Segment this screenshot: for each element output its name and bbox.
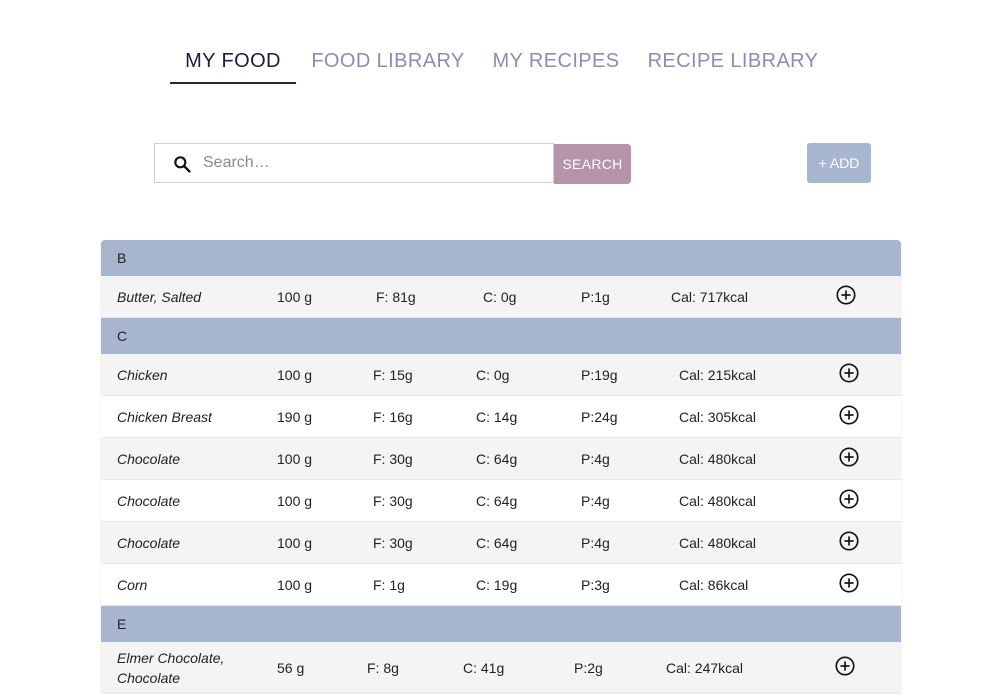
food-name: Elmer Chocolate, Chocolate — [117, 650, 225, 686]
food-protein: P:4g — [581, 451, 610, 467]
food-name: Chocolate — [117, 535, 181, 551]
food-name: Butter, Salted — [117, 289, 202, 305]
tab-my-food[interactable]: MY FOOD — [170, 40, 296, 84]
food-protein: P:4g — [581, 493, 610, 509]
search-button[interactable]: SEARCH — [554, 144, 631, 184]
food-name: Chocolate — [117, 493, 181, 509]
add-circle-icon[interactable] — [838, 488, 860, 510]
food-carbs: C: 0g — [476, 367, 510, 383]
group-header: C — [101, 318, 901, 354]
food-carbs: C: 19g — [476, 577, 518, 593]
food-fat: F: 1g — [373, 577, 405, 593]
food-fat: F: 30g — [373, 451, 413, 467]
search-input[interactable] — [203, 144, 543, 182]
tab-my-recipes[interactable]: MY RECIPES — [484, 40, 628, 84]
food-quantity: 100 g — [277, 367, 313, 383]
food-row: Chocolate 100 g F: 30g C: 64g P:4g Cal: 480kc… — [101, 522, 901, 564]
food-quantity: 100 g — [277, 289, 313, 305]
food-name: Corn — [117, 577, 148, 593]
add-food-button[interactable]: + ADD — [807, 143, 871, 183]
food-calories: Cal: 717kcal — [671, 289, 749, 305]
food-protein: P:24g — [581, 409, 618, 425]
food-quantity: 190 g — [277, 409, 313, 425]
food-calories: Cal: 480kcal — [679, 535, 757, 551]
add-circle-icon[interactable] — [838, 446, 860, 468]
food-protein: P:2g — [574, 660, 603, 676]
food-row: Chicken 100 g F: 15g C: 0g P:19g Cal: 215kcal — [101, 354, 901, 396]
add-circle-icon[interactable] — [838, 572, 860, 594]
tab-recipe-library[interactable]: RECIPE LIBRARY — [638, 40, 828, 84]
food-carbs: C: 14g — [476, 409, 518, 425]
food-quantity: 100 g — [277, 535, 313, 551]
food-quantity: 100 g — [277, 451, 313, 467]
food-fat: F: 81g — [376, 289, 416, 305]
add-circle-icon[interactable] — [838, 530, 860, 552]
food-row: Butter, Salted 100 g F: 81g C: 0g P:1g Cal: 7… — [101, 276, 901, 318]
food-quantity: 56 g — [277, 660, 305, 676]
food-protein: P:1g — [581, 289, 610, 305]
food-name: Chicken Breast — [117, 409, 212, 425]
tab-bar: MY FOOD FOOD LIBRARY MY RECIPES RECIPE L… — [170, 40, 828, 86]
add-circle-icon[interactable] — [838, 404, 860, 426]
food-row: Chicken Breast 190 g F: 16g C: 14g P:24g Cal:… — [101, 396, 901, 438]
group-header: E — [101, 606, 901, 642]
food-carbs: C: 41g — [463, 660, 505, 676]
add-circle-icon[interactable] — [834, 655, 856, 677]
tab-food-library[interactable]: FOOD LIBRARY — [298, 40, 478, 84]
add-circle-icon[interactable] — [838, 362, 860, 384]
food-carbs: C: 0g — [483, 289, 517, 305]
food-calories: Cal: 215kcal — [679, 367, 757, 383]
search-icon — [174, 156, 191, 173]
food-quantity: 100 g — [277, 577, 313, 593]
food-calories: Cal: 480kcal — [679, 493, 757, 509]
food-fat: F: 16g — [373, 409, 413, 425]
food-row: Elmer Chocolate, Chocolate 56 g F: 8g C: 41… — [101, 642, 901, 694]
food-row: Chocolate 100 g F: 30g C: 64g P:4g Cal: 480kc… — [101, 438, 901, 480]
food-carbs: C: 64g — [476, 493, 518, 509]
food-fat: F: 30g — [373, 493, 413, 509]
food-list: B Butter, Salted 100 g F: 81g C: 0g P:1g Cal: … — [101, 240, 901, 694]
food-calories: Cal: 305kcal — [679, 409, 757, 425]
food-row: Chocolate 100 g F: 30g C: 64g P:4g Cal: 480kc… — [101, 480, 901, 522]
food-fat: F: 8g — [367, 660, 399, 676]
food-carbs: C: 64g — [476, 451, 518, 467]
food-calories: Cal: 86kcal — [679, 577, 749, 593]
food-quantity: 100 g — [277, 493, 313, 509]
food-protein: P:4g — [581, 535, 610, 551]
food-fat: F: 30g — [373, 535, 413, 551]
add-circle-icon[interactable] — [835, 284, 857, 306]
food-calories: Cal: 480kcal — [679, 451, 757, 467]
search-box — [154, 143, 554, 183]
food-carbs: C: 64g — [476, 535, 518, 551]
food-protein: P:3g — [581, 577, 610, 593]
food-calories: Cal: 247kcal — [666, 660, 744, 676]
food-name: Chicken — [117, 367, 168, 383]
food-fat: F: 15g — [373, 367, 413, 383]
food-name: Chocolate — [117, 451, 181, 467]
food-protein: P:19g — [581, 367, 618, 383]
food-row: Corn 100 g F: 1g C: 19g P:3g Cal: 86kcal — [101, 564, 901, 606]
group-header: B — [101, 240, 901, 276]
